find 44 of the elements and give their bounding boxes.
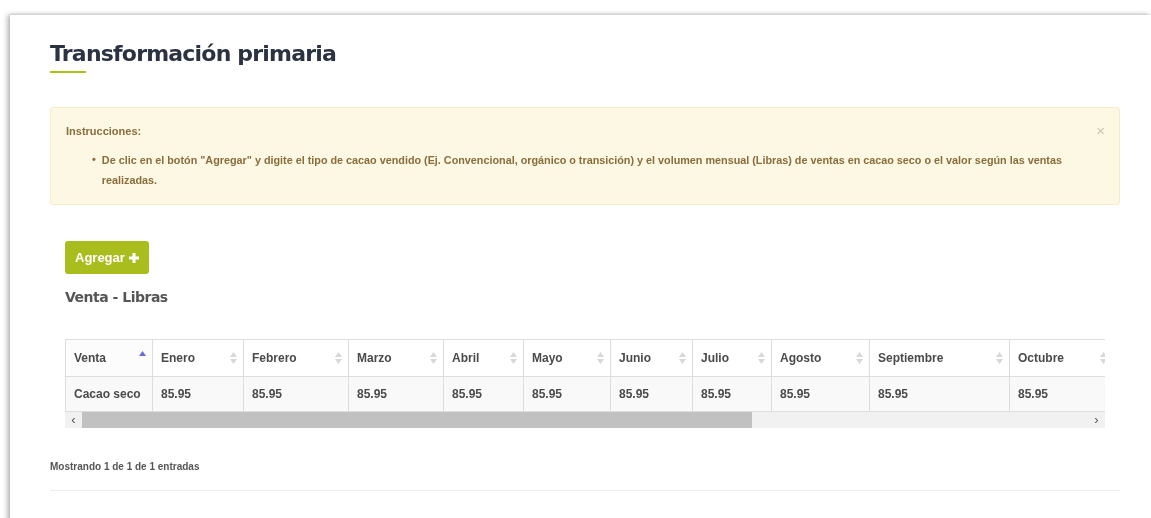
page-title: Transformación primaria [50, 40, 338, 68]
column-header[interactable]: Marzo [348, 339, 444, 377]
bullet: • [92, 152, 96, 167]
column-header[interactable]: Julio [692, 339, 772, 377]
table-cell: 85.95 [523, 376, 611, 412]
sort-icon [758, 352, 765, 364]
table-cell: 85.95 [771, 376, 870, 412]
sort-ascending-icon [139, 351, 146, 356]
section-heading: Venta - Libras [65, 289, 168, 305]
sort-icon [510, 352, 517, 364]
sort-icon [1100, 352, 1105, 364]
table-info: Mostrando 1 de 1 de 1 entradas [50, 461, 200, 472]
table-cell: 85.95 [152, 376, 244, 412]
instruction-text: De clic en el botón "Agregar" y digite el tipo de cacao vendido (Ej. Convencional, orgánico o transición) y el volumen mensual (Libras) de ventas en cacao seco o el valor según las ventas realizadas. [101, 153, 1063, 188]
column-header[interactable]: Mayo [523, 339, 611, 377]
table-cell: 85.95 [692, 376, 772, 412]
column-header[interactable]: Enero [152, 339, 244, 377]
column-header[interactable]: Junio [610, 339, 693, 377]
scroll-left-button[interactable]: ‹ [65, 412, 82, 428]
sort-icon [996, 352, 1003, 364]
scroll-right-button[interactable]: › [1088, 412, 1105, 428]
table-cell: 85.95 [243, 376, 349, 412]
table-cell: 85.95 [1009, 376, 1105, 412]
table-cell: 85.95 [443, 376, 524, 412]
sort-icon [430, 352, 437, 364]
table-cell: 85.95 [610, 376, 693, 412]
sort-icon [597, 352, 604, 364]
table-cell: 85.95 [348, 376, 444, 412]
sort-icon [856, 352, 863, 364]
column-header[interactable]: Agosto [771, 339, 870, 377]
column-header[interactable]: Febrero [243, 339, 349, 377]
table-cell: 85.95 [869, 376, 1010, 412]
column-header[interactable]: Septiembre [869, 339, 1010, 377]
table-cell: Cacao seco [65, 376, 153, 412]
column-header[interactable]: Octubre [1009, 339, 1105, 377]
title-underline [50, 71, 86, 73]
alert-heading: Instrucciones: [66, 125, 142, 137]
column-header[interactable]: Venta [65, 339, 153, 377]
plus-icon [128, 252, 139, 263]
sort-icon [335, 352, 342, 364]
scrollbar-thumb[interactable] [82, 412, 752, 428]
column-header[interactable]: Abril [443, 339, 524, 377]
sort-icon [679, 352, 686, 364]
sort-icon [230, 352, 237, 364]
